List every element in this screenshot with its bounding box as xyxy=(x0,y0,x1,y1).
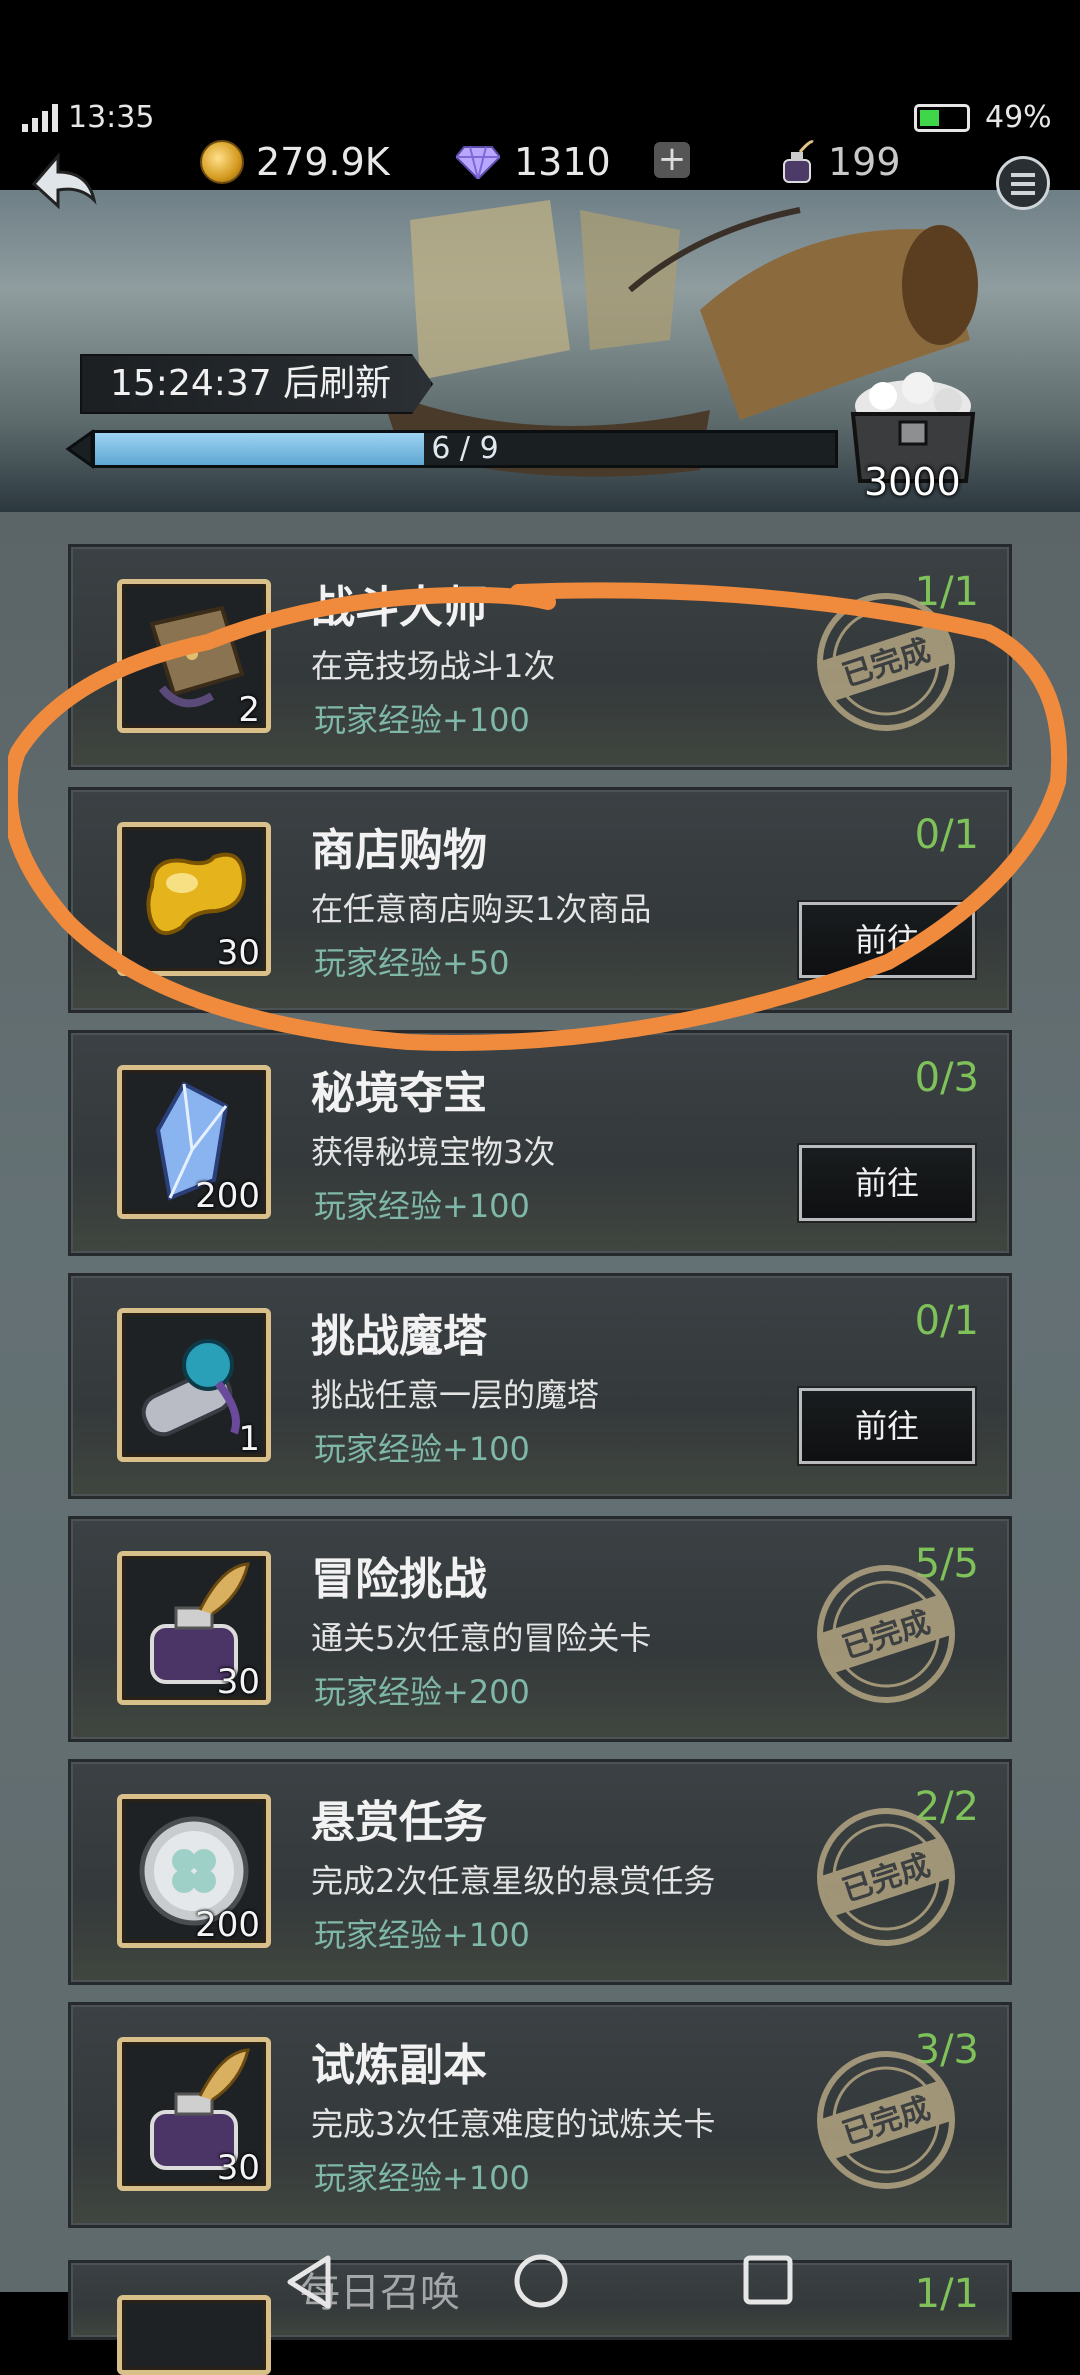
nav-recents-icon[interactable] xyxy=(742,2254,794,2306)
completed-stamp: 已完成 xyxy=(811,2045,961,2195)
task-title: 悬赏任务 xyxy=(311,1797,487,1848)
task-reward: 玩家经验+100 xyxy=(314,2159,530,2197)
highlight-circle xyxy=(8,582,1068,1051)
task-title: 挑战魔塔 xyxy=(311,1311,487,1362)
ink-bottle-small-icon xyxy=(783,140,814,183)
completed-stamp: 已完成 xyxy=(811,1559,961,1709)
task-reward: 玩家经验+200 xyxy=(314,1673,530,1711)
task-description: 完成3次任意难度的试炼关卡 xyxy=(311,2105,716,2143)
signal-icon xyxy=(22,104,58,132)
item-count: 1 xyxy=(238,1419,260,1459)
gem-amount: 1310 xyxy=(514,140,611,184)
sealed-scroll-icon: 1 xyxy=(117,1308,271,1462)
go-button[interactable]: 前往 xyxy=(799,1388,975,1464)
ink-bottle-icon: 30 xyxy=(117,2037,271,2191)
task-title: 冒险挑战 xyxy=(311,1554,487,1605)
gold-coin-icon xyxy=(200,140,244,184)
task-card[interactable]: 200 秘境夺宝 获得秘境宝物3次 玩家经验+100 0/3 前往 xyxy=(68,1030,1012,1256)
task-reward: 玩家经验+100 xyxy=(314,1430,530,1468)
task-description: 获得秘境宝物3次 xyxy=(311,1133,556,1171)
task-description: 完成2次任意星级的悬赏任务 xyxy=(311,1862,716,1900)
task-description: 挑战任意一层的魔塔 xyxy=(311,1376,600,1414)
ink-counter: 199 xyxy=(780,140,901,184)
clover-coin-icon: 200 xyxy=(117,1794,271,1948)
gold-counter: 279.9K xyxy=(200,140,390,184)
task-card[interactable]: 30 试炼副本 完成3次任意难度的试炼关卡 玩家经验+100 3/3 已完成 xyxy=(68,2002,1012,2228)
ink-amount: 199 xyxy=(828,140,901,184)
progress-left-arrow-icon xyxy=(65,429,94,469)
gold-amount: 279.9K xyxy=(256,140,390,184)
add-gems-button[interactable]: + xyxy=(654,142,690,178)
completed-stamp: 已完成 xyxy=(811,1802,961,1952)
battery-icon xyxy=(914,104,970,132)
battery-percent: 49% xyxy=(985,100,1052,135)
item-count: 30 xyxy=(216,2148,260,2188)
clock: 13:35 xyxy=(68,100,155,135)
task-description: 通关5次任意的冒险关卡 xyxy=(311,1619,652,1657)
task-title: 试炼副本 xyxy=(311,2040,487,2091)
system-nav-bar: 每日召唤 xyxy=(0,2236,1080,2340)
task-card[interactable]: 1 挑战魔塔挑战任意一层的魔塔 玩家经验+100 0/1 前往 xyxy=(68,1273,1012,1499)
task-progress: 0/1 xyxy=(914,1298,979,1344)
task-card[interactable]: 30 冒险挑战 通关5次任意的冒险关卡 玩家经验+200 5/5 已完成 xyxy=(68,1516,1012,1742)
task-reward: 玩家经验+100 xyxy=(314,1187,530,1225)
item-count: 30 xyxy=(216,1662,260,1702)
item-count: 200 xyxy=(195,1176,260,1216)
back-arrow-icon[interactable] xyxy=(28,150,100,216)
task-card[interactable]: 200 悬赏任务 完成2次任意星级的悬赏任务 玩家经验+100 2/2 已完成 xyxy=(68,1759,1012,1985)
daily-progress-text: 6 / 9 xyxy=(431,431,499,466)
refresh-timer: 15:24:37 后刷新 xyxy=(80,354,434,414)
nav-home-icon[interactable] xyxy=(512,2252,570,2310)
menu-button[interactable] xyxy=(996,156,1050,210)
gem-counter: 1310 xyxy=(456,140,611,184)
ink-bottle-icon: 30 xyxy=(117,1551,271,1705)
chest-value: 3000 xyxy=(864,460,961,504)
status-bar: 13:35 49% xyxy=(0,0,1080,160)
daily-progress-bar: 6 / 9 xyxy=(92,430,838,468)
task-reward: 玩家经验+100 xyxy=(314,1916,530,1954)
diamond-icon xyxy=(456,146,500,179)
nav-back-icon[interactable] xyxy=(284,2254,334,2310)
task-title: 秘境夺宝 xyxy=(311,1068,487,1119)
go-button[interactable]: 前往 xyxy=(799,1145,975,1221)
crystal-icon: 200 xyxy=(117,1065,271,1219)
item-count: 200 xyxy=(195,1905,260,1945)
